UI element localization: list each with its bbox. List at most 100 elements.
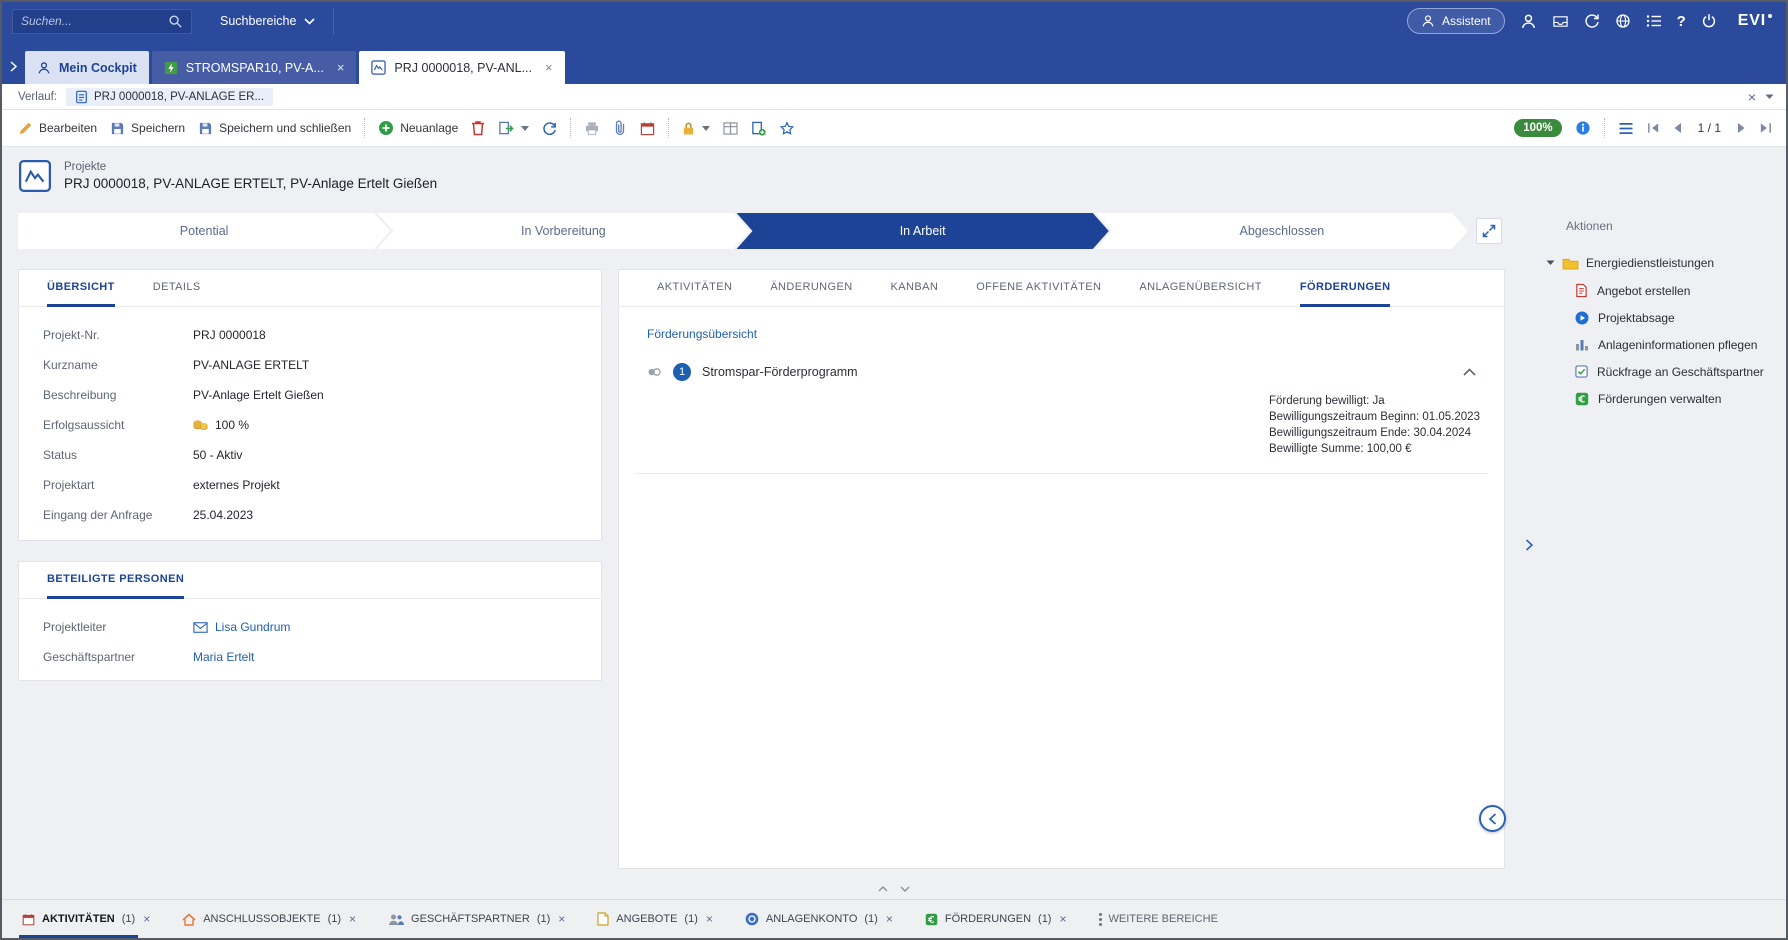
hamburger-menu-icon[interactable] (1618, 122, 1634, 135)
tab-aenderungen[interactable]: ÄNDERUNGEN (770, 270, 852, 307)
phase-expand-icon[interactable] (1476, 218, 1502, 244)
tab-prj-0000018[interactable]: PRJ 0000018, PV-ANL... × (359, 51, 564, 84)
history-caret-icon[interactable] (1765, 94, 1774, 100)
record-toolbar: Bearbeiten Speichern Speichern und schli… (2, 110, 1786, 147)
power-icon[interactable] (1701, 13, 1717, 29)
bottom-tab-anlagenkonto[interactable]: ANLAGENKONTO (1) × (745, 900, 893, 938)
actions-folder[interactable]: Energiedienstleistungen (1518, 249, 1786, 277)
search-areas-label: Suchbereiche (220, 14, 296, 28)
redo-icon[interactable] (1584, 13, 1600, 29)
phase-potential[interactable]: Potential (18, 213, 390, 249)
tab-details[interactable]: DETAILS (153, 270, 201, 307)
tab-offene-aktivitaeten[interactable]: OFFENE AKTIVITÄTEN (976, 270, 1101, 307)
globe-icon[interactable] (1615, 13, 1631, 29)
close-icon[interactable]: × (1059, 912, 1066, 926)
envelope-icon[interactable] (193, 622, 208, 633)
close-icon[interactable]: × (349, 912, 356, 926)
bottom-tab-aktivitaeten[interactable]: AKTIVITÄTEN (1) × (22, 900, 150, 938)
phase-abgeschlossen[interactable]: Abgeschlossen (1096, 213, 1468, 249)
tab-scroll-right-icon[interactable] (10, 61, 17, 72)
global-search[interactable] (12, 9, 192, 34)
tab-mein-cockpit[interactable]: Mein Cockpit (25, 51, 149, 84)
favorite-star-icon[interactable] (779, 121, 795, 136)
bottom-tab-weitere-bereiche[interactable]: WEITERE BEREICHE (1099, 900, 1218, 938)
collapse-panel-button[interactable] (1479, 805, 1506, 832)
action-angebot-erstellen[interactable]: Angebot erstellen (1518, 277, 1786, 304)
field-row: Projekt-Nr.PRJ 0000018 (43, 320, 577, 350)
tab-anlagenuebersicht[interactable]: ANLAGENÜBERSICHT (1139, 270, 1262, 307)
chevron-up-icon[interactable] (878, 886, 888, 892)
tab-foerderungen[interactable]: FÖRDERUNGEN (1300, 270, 1391, 307)
funding-overview-link[interactable]: Förderungsübersicht (647, 327, 757, 341)
bottom-tab-anschlussobjekte[interactable]: ANSCHLUSSOBJEKTE (1) × (182, 900, 356, 938)
action-anlageninformationen[interactable]: Anlageninformationen pflegen (1518, 331, 1786, 358)
prev-page-icon[interactable] (1673, 122, 1682, 134)
zoom-badge[interactable]: 100% (1514, 119, 1561, 137)
history-close-icon[interactable]: × (1748, 90, 1756, 104)
left-column: ÜBERSICHT DETAILS Projekt-Nr.PRJ 0000018… (18, 269, 602, 869)
permissions-button[interactable] (682, 121, 710, 136)
search-input[interactable] (21, 14, 168, 28)
panel-collapse-handle[interactable] (878, 886, 910, 892)
tab-kanban[interactable]: KANBAN (891, 270, 939, 307)
close-icon[interactable]: × (337, 60, 345, 75)
bottom-tab-count: (1) (864, 913, 877, 925)
list-menu-icon[interactable] (1646, 14, 1662, 28)
search-areas-dropdown[interactable]: Suchbereiche (202, 8, 334, 34)
close-icon[interactable]: × (706, 912, 713, 926)
chevron-down-icon[interactable] (900, 886, 910, 892)
assistant-button[interactable]: Assistent (1407, 8, 1505, 34)
sidebar-expander-icon[interactable] (1525, 539, 1533, 551)
info-icon[interactable] (1575, 120, 1591, 136)
close-icon[interactable]: × (143, 912, 150, 926)
help-icon[interactable]: ? (1677, 13, 1686, 30)
phase-in-arbeit[interactable]: In Arbeit (737, 213, 1109, 249)
euro-icon (1575, 392, 1589, 406)
business-partner-link[interactable]: Maria Ertelt (193, 650, 254, 664)
close-icon[interactable]: × (558, 912, 565, 926)
inbox-icon[interactable] (1552, 14, 1569, 29)
bottom-tab-foerderungen[interactable]: FÖRDERUNGEN (1) × (925, 900, 1067, 938)
edit-button[interactable]: Bearbeiten (18, 121, 97, 136)
user-icon[interactable] (1520, 13, 1537, 30)
last-page-icon[interactable] (1759, 122, 1772, 134)
close-icon[interactable]: × (886, 912, 893, 926)
tab-beteiligte-personen[interactable]: BETEILIGTE PERSONEN (47, 562, 184, 599)
export-button[interactable] (498, 121, 529, 136)
funding-group-row[interactable]: 1 Stromspar-Förderprogramm (647, 363, 1476, 381)
field-value: PV-ANLAGE ERTELT (193, 358, 309, 372)
calendar-icon[interactable] (640, 121, 655, 136)
search-icon[interactable] (168, 14, 183, 29)
delete-icon[interactable] (471, 120, 485, 136)
table-view-icon[interactable] (723, 122, 738, 135)
attachment-icon[interactable] (613, 120, 627, 136)
next-page-icon[interactable] (1737, 122, 1746, 134)
bottom-tab-angebote[interactable]: ANGEBOTE (1) × (597, 900, 713, 938)
save-close-disk-icon (198, 121, 213, 136)
phase-in-vorbereitung[interactable]: In Vorbereitung (377, 213, 749, 249)
actions-folder-label: Energiedienstleistungen (1586, 256, 1714, 270)
tab-uebersicht[interactable]: ÜBERSICHT (47, 270, 115, 307)
tab-aktivitaeten[interactable]: AKTIVITÄTEN (657, 270, 732, 307)
close-icon[interactable]: × (545, 60, 553, 75)
chevron-up-icon[interactable] (1463, 368, 1476, 376)
tab-stromspar[interactable]: STROMSPAR10, PV-A... × (152, 51, 357, 84)
project-lead-link[interactable]: Lisa Gundrum (215, 620, 290, 634)
field-value: 25.04.2023 (193, 508, 253, 522)
action-projektabsage[interactable]: Projektabsage (1518, 304, 1786, 331)
action-foerderungen-verwalten[interactable]: Förderungen verwalten (1518, 385, 1786, 412)
save-and-close-button[interactable]: Speichern und schließen (198, 121, 351, 136)
action-rueckfrage[interactable]: Rückfrage an Geschäftspartner (1518, 358, 1786, 385)
detail-card: AKTIVITÄTEN ÄNDERUNGEN KANBAN OFFENE AKT… (618, 269, 1505, 869)
first-page-icon[interactable] (1647, 122, 1660, 134)
main-column: Potential In Vorbereitung In Arbeit Abge… (2, 201, 1518, 899)
add-document-icon[interactable] (751, 121, 766, 136)
new-record-button[interactable]: Neuanlage (378, 120, 458, 136)
participants-fields: Projektleiter Lisa Gundrum Geschäftspart… (19, 599, 601, 672)
save-button[interactable]: Speichern (110, 121, 185, 136)
field-value: PRJ 0000018 (193, 328, 266, 342)
print-icon[interactable] (584, 121, 600, 136)
refresh-icon[interactable] (542, 121, 557, 136)
bottom-tab-geschaeftspartner[interactable]: GESCHÄFTSPARTNER (1) × (388, 900, 565, 938)
history-current-item[interactable]: PRJ 0000018, PV-ANLAGE ER... (66, 88, 273, 106)
